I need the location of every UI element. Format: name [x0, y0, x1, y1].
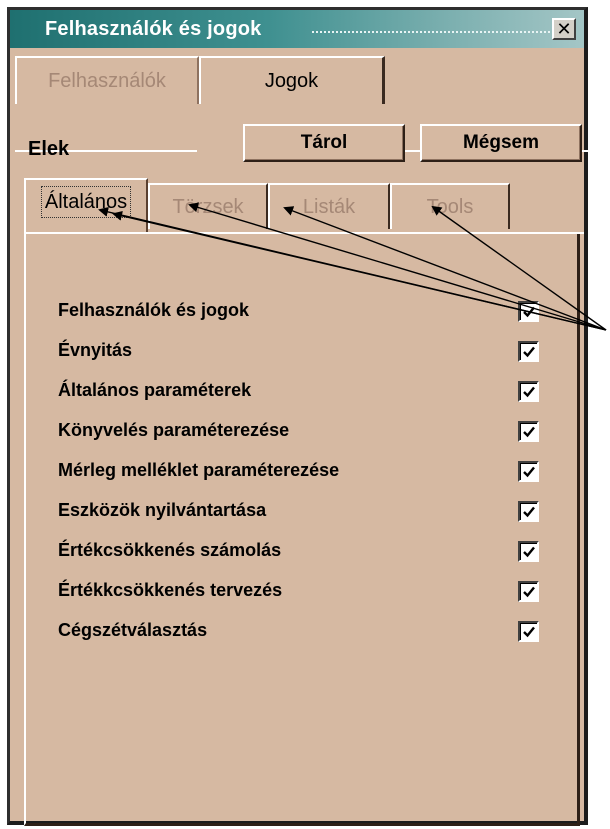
user-name-label: Elek	[28, 138, 70, 160]
permission-checkbox[interactable]	[518, 581, 539, 602]
permission-label: Értékcsökkenés számolás	[58, 540, 282, 560]
checkmark-icon	[523, 346, 535, 358]
close-icon: ✕	[556, 19, 572, 39]
permission-checkbox[interactable]	[518, 501, 539, 522]
tab-listak[interactable]: Listák	[268, 183, 390, 229]
checkmark-icon	[523, 306, 535, 318]
tab-listak-label: Listák	[302, 196, 356, 218]
checkmark-icon	[523, 546, 535, 558]
permission-row: Értékcsökkenés számolás	[42, 538, 562, 568]
permission-label: Általános paraméterek	[58, 380, 252, 400]
tab-felhasznalok[interactable]: Felhasználók	[15, 56, 199, 104]
permission-row: Értékkcsökkenés tervezés	[42, 578, 562, 608]
permission-checkbox[interactable]	[518, 421, 539, 442]
checkmark-icon	[523, 506, 535, 518]
checkmark-icon	[523, 386, 535, 398]
permission-row: Felhasználók és jogok	[42, 298, 562, 328]
checkmark-icon	[523, 586, 535, 598]
tab-torzsek-label: Törzsek	[172, 196, 244, 218]
permission-row: Cégszétválasztás	[42, 618, 562, 648]
checkmark-icon	[523, 466, 535, 478]
permission-label: Évnyitás	[58, 340, 133, 360]
permission-checkbox[interactable]	[518, 301, 539, 322]
permission-label: Eszközök nyilvántartása	[58, 500, 267, 520]
permission-label: Mérleg melléklet paraméterezése	[58, 460, 340, 480]
permission-checkbox[interactable]	[518, 461, 539, 482]
permission-label: Cégszétválasztás	[58, 620, 208, 640]
tab-torzsek[interactable]: Törzsek	[148, 183, 268, 229]
permission-checkbox[interactable]	[518, 381, 539, 402]
permission-row: Általános paraméterek	[42, 378, 562, 408]
title-dotted-line	[312, 31, 550, 33]
tab-altalanos-label: Általános	[40, 186, 132, 218]
checkmark-icon	[523, 426, 535, 438]
tab-jogok[interactable]: Jogok	[199, 56, 385, 104]
permission-row: Könyvelés paraméterezése	[42, 418, 562, 448]
panel-top-border	[24, 232, 584, 234]
permission-row: Eszközök nyilvántartása	[42, 498, 562, 528]
top-tab-bar: Felhasználók Jogok	[15, 56, 589, 152]
permissions-window: Felhasználók és jogok ✕ Felhasználók Jog…	[7, 7, 589, 826]
permission-label: Könyvelés paraméterezése	[58, 420, 290, 440]
tab-tools-label: Tools	[426, 196, 474, 218]
permission-checkbox[interactable]	[518, 541, 539, 562]
checkmark-icon	[523, 626, 535, 638]
permission-checkbox[interactable]	[518, 621, 539, 642]
tab-tools[interactable]: Tools	[390, 183, 510, 229]
permission-row: Mérleg melléklet paraméterezése	[42, 458, 562, 488]
window-title: Felhasználók és jogok	[45, 18, 262, 40]
tab-altalanos[interactable]: Általános	[24, 178, 148, 232]
permission-label: Értékkcsökkenés tervezés	[58, 580, 283, 600]
permission-label: Felhasználók és jogok	[58, 300, 250, 320]
permission-row: Évnyitás	[42, 338, 562, 368]
permission-checkbox[interactable]	[518, 341, 539, 362]
title-bar[interactable]: Felhasználók és jogok ✕	[10, 10, 584, 48]
cancel-button[interactable]: Mégsem	[420, 124, 582, 162]
close-button[interactable]: ✕	[552, 18, 576, 40]
save-button[interactable]: Tárol	[243, 124, 405, 162]
sub-tab-bar: Általános Törzsek Listák Tools	[24, 178, 584, 234]
